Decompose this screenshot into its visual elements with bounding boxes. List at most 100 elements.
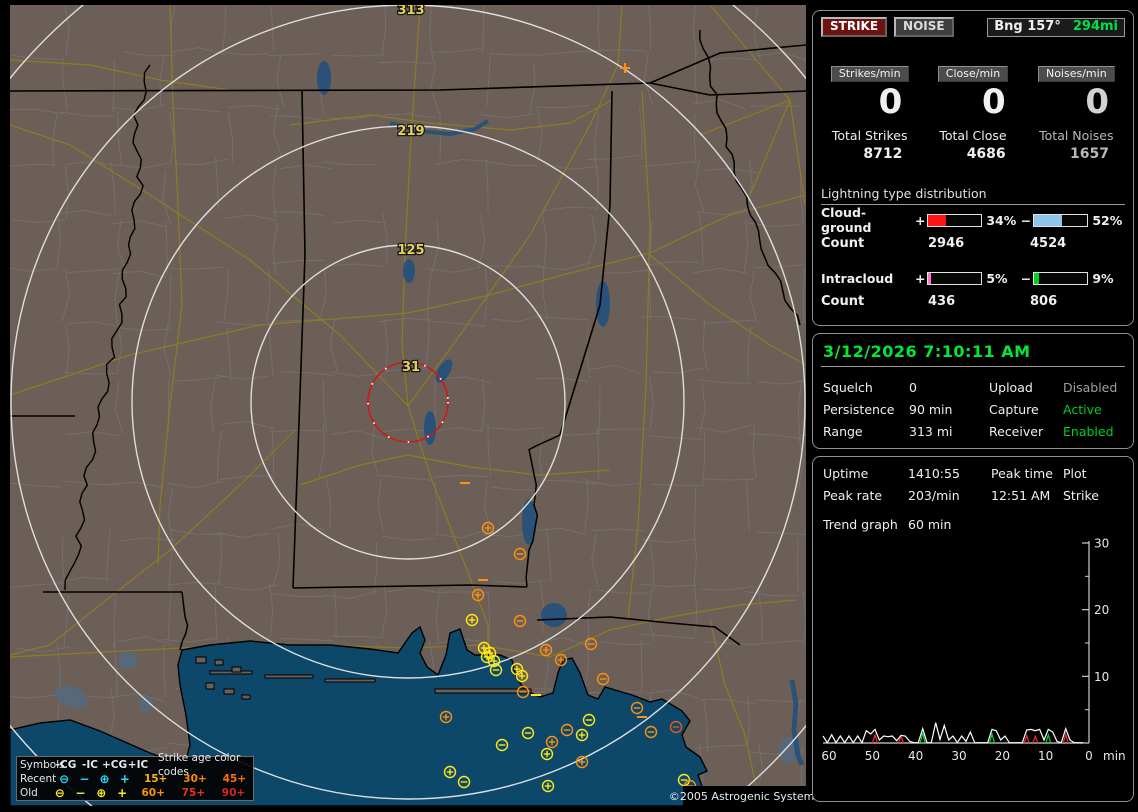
setting-value: 90 min	[909, 402, 989, 417]
count-label: Count	[821, 236, 928, 251]
legend-row-recent-label: Recent	[20, 772, 54, 786]
stats-panel: STRIKE NOISE Bng 157°294mi Strikes/min 0…	[812, 10, 1134, 326]
total-noises-value: 1657	[1028, 146, 1125, 162]
close-per-min-column: Close/min 0 Total Close 4686	[924, 62, 1021, 162]
setting-status: Enabled	[1063, 424, 1125, 439]
plus-icon: +	[115, 772, 135, 786]
trend-series-close	[1033, 736, 1038, 743]
x-tick-label: 30	[951, 749, 966, 763]
circle-minus-icon: ⊖	[54, 772, 74, 786]
minus-icon: −	[74, 772, 94, 786]
noises-per-min-value: 0	[1028, 82, 1125, 126]
legend-symbols-title: Symbols	[20, 758, 54, 772]
lake	[424, 411, 436, 445]
legend-col-pos-ic: +IC	[126, 758, 150, 772]
cloud-ground-row: Cloud-ground + 34% − 52%	[821, 208, 1125, 232]
age-30-label: 30+	[174, 772, 213, 786]
setting-label: Squelch	[823, 380, 909, 395]
stat-cell: Peak rate	[823, 488, 908, 503]
total-strikes-label: Total Strikes	[821, 128, 918, 143]
count-label: Count	[821, 294, 928, 309]
copyright-notice: ©2005 Astrogenic Systems	[683, 786, 806, 806]
age-90-label: 90+	[213, 786, 253, 800]
y-tick-label: 30	[1094, 538, 1109, 551]
stat-cell: 12:51 AM	[991, 488, 1063, 503]
x-tick-label: 20	[995, 749, 1010, 763]
settings-grid: Squelch0UploadDisabledPersistence90 minC…	[821, 380, 1125, 439]
setting-label: Upload	[989, 380, 1063, 395]
cg-positive-count: 2946	[928, 236, 1030, 251]
ic-positive-pct: 5%	[982, 271, 1019, 286]
setting-value: 313 mi	[909, 424, 989, 439]
setting-status: Active	[1063, 402, 1125, 417]
ring-distance-label: 125	[397, 243, 424, 258]
map-viewport[interactable]: 31321912531 Symbols -CG -IC +CG +IC Stri…	[10, 5, 806, 806]
strike-toggle-button[interactable]: STRIKE	[821, 17, 887, 37]
trend-graph-window: 60 min	[908, 517, 951, 532]
lake	[596, 281, 610, 327]
lake	[403, 259, 415, 283]
noises-per-min-column: Noises/min 0 Total Noises 1657	[1028, 62, 1125, 162]
age-45-label: 45+	[214, 772, 253, 786]
age-60-label: 60+	[132, 786, 172, 800]
cg-negative-count: 4524	[1030, 236, 1066, 251]
stat-cell: Peak time	[991, 466, 1063, 481]
close-per-min-value: 0	[924, 82, 1021, 126]
uptime-stats-grid: Uptime1410:55Peak timePlotPeak rate203/m…	[821, 466, 1125, 503]
y-tick-label: 20	[1094, 603, 1109, 617]
noise-toggle-button[interactable]: NOISE	[894, 17, 954, 37]
circle-plus-icon: ⊕	[91, 786, 112, 800]
intracloud-label: Intracloud	[821, 271, 915, 286]
cg-positive-pct: 34%	[982, 213, 1019, 228]
map-canvas[interactable]: 31321912531	[10, 5, 806, 806]
total-strikes-value: 8712	[821, 146, 918, 162]
bearing-distance: 294mi	[1073, 19, 1118, 34]
cg-negative-pct: 52%	[1088, 213, 1125, 228]
stat-cell: Uptime	[823, 466, 908, 481]
setting-value: 0	[909, 380, 989, 395]
x-tick-label: 60	[821, 749, 836, 763]
cg-positive-bar	[927, 214, 982, 227]
strikes-per-min-value: 0	[821, 82, 918, 126]
age-15-label: 15+	[135, 772, 174, 786]
ic-positive-bar	[927, 272, 982, 285]
circle-plus-icon: ⊕	[94, 772, 114, 786]
total-close-label: Total Close	[924, 128, 1021, 143]
plus-icon: +	[112, 786, 133, 800]
ring-distance-label: 313	[397, 5, 424, 18]
distribution-header: Lightning type distribution	[821, 186, 1125, 205]
trend-graph-label: Trend graph	[823, 517, 908, 532]
legend-row-old-label: Old	[20, 786, 49, 800]
stat-cell: 203/min	[908, 488, 991, 503]
x-tick-label: 40	[908, 749, 923, 763]
system-clock: 3/12/2026 7:10:11 AM	[821, 340, 1125, 367]
total-close-value: 4686	[924, 146, 1021, 162]
ic-positive-count: 436	[928, 294, 1030, 309]
lake	[119, 651, 137, 669]
positive-sign: +	[915, 213, 927, 228]
noises-per-min-chip: Noises/min	[1038, 66, 1115, 82]
x-axis-unit: min	[1103, 749, 1126, 763]
trend-graph-plot: 1020306050403020100min	[821, 538, 1127, 788]
app-window: 31321912531 Symbols -CG -IC +CG +IC Stri…	[0, 0, 1138, 812]
strike-symbols-legend: Symbols -CG -IC +CG +IC Strike age color…	[16, 756, 254, 801]
minus-icon: −	[70, 786, 91, 800]
age-75-label: 75+	[173, 786, 213, 800]
intracloud-count-row: Count 436 806	[821, 290, 1125, 312]
x-tick-label: 0	[1085, 749, 1093, 763]
trend-panel: Uptime1410:55Peak timePlotPeak rate203/m…	[812, 456, 1134, 802]
trend-series-close	[873, 735, 878, 743]
y-tick-label: 10	[1094, 670, 1109, 684]
bearing-readout: Bng 157°294mi	[987, 18, 1125, 37]
negative-sign: −	[1019, 271, 1033, 286]
stat-cell: Plot	[1063, 466, 1125, 481]
ring-distance-label: 31	[402, 360, 420, 375]
ic-negative-count: 806	[1030, 294, 1057, 309]
x-tick-label: 50	[865, 749, 880, 763]
ic-negative-pct: 9%	[1088, 271, 1125, 286]
trend-series-strikes	[823, 723, 1083, 743]
cloud-ground-label: Cloud-ground	[821, 205, 915, 235]
ic-negative-bar	[1033, 272, 1088, 285]
setting-label: Persistence	[823, 402, 909, 417]
cloud-ground-count-row: Count 2946 4524	[821, 232, 1125, 254]
